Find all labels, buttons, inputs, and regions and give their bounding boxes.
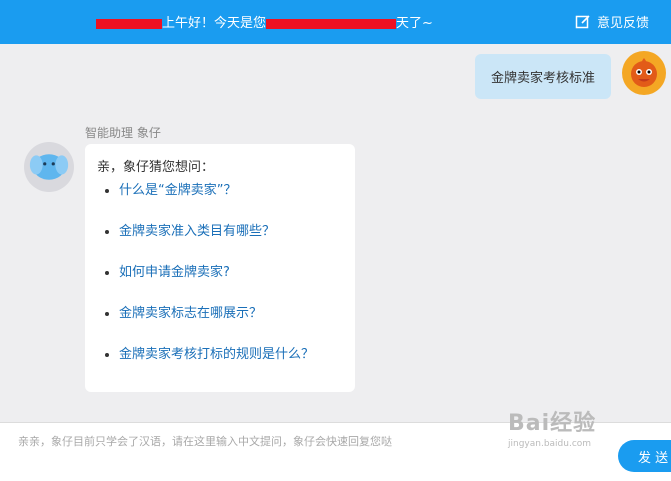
suggestion-link[interactable]: 金牌卖家考核打标的规则是什么？	[119, 347, 314, 362]
bot-message-bubble: 亲，象仔猜您想问： 什么是“金牌卖家”？ 金牌卖家准入类目有哪些？ 如何申请金牌…	[85, 144, 355, 392]
watermark-main: Bai经验	[508, 411, 597, 436]
feedback-label: 意见反馈	[596, 16, 649, 31]
list-item: 如何申请金牌卖家?	[119, 261, 343, 280]
suggestion-list: 什么是“金牌卖家”？ 金牌卖家准入类目有哪些？ 如何申请金牌卖家? 金牌卖家标志…	[97, 179, 343, 362]
suggestion-link[interactable]: 金牌卖家准入类目有哪些？	[119, 224, 275, 239]
bot-intro-text: 亲，象仔猜您想问：	[97, 160, 215, 175]
greeting-text: 上午好！今天是您 天了~	[96, 12, 433, 31]
bot-name-label: 智能助理 象仔	[85, 126, 161, 140]
user-avatar-icon	[631, 58, 657, 87]
send-button[interactable]: 发 送	[618, 440, 671, 472]
watermark-sub: jingyan.baidu.com	[508, 439, 592, 449]
feedback-button[interactable]: 意见反馈	[575, 12, 649, 31]
chat-area[interactable]: 金牌卖家考核标准 智能助理 象仔 亲，象仔猜您想问： 什么是“金牌卖家”？ 金牌…	[0, 44, 671, 422]
suggestion-link[interactable]: 如何申请金牌卖家?	[119, 265, 230, 280]
header-bar: 上午好！今天是您 天了~ 意见反馈	[0, 0, 671, 44]
suggestion-link[interactable]: 什么是“金牌卖家”？	[119, 183, 236, 198]
user-avatar	[622, 51, 666, 95]
elephant-icon	[29, 154, 69, 180]
greeting-part1: 上午好！今天是您	[162, 16, 267, 31]
redaction-bar	[96, 18, 162, 29]
suggestion-link[interactable]: 金牌卖家标志在哪展示？	[119, 306, 262, 321]
edit-icon	[575, 14, 590, 28]
baidu-watermark: Bai经验 jingyan.baidu.com	[508, 405, 596, 449]
list-item: 金牌卖家考核打标的规则是什么？	[119, 343, 343, 362]
user-message-bubble: 金牌卖家考核标准	[474, 54, 611, 99]
bot-avatar	[24, 142, 74, 192]
greeting-part2: 天了~	[396, 16, 433, 31]
message-input-placeholder[interactable]: 亲亲，象仔目前只学会了汉语，请在这里输入中文提问，象仔会快速回复您哒	[18, 433, 392, 449]
list-item: 金牌卖家标志在哪展示？	[119, 302, 343, 321]
list-item: 金牌卖家准入类目有哪些？	[119, 220, 343, 239]
list-item: 什么是“金牌卖家”？	[119, 179, 343, 198]
redaction-bar	[266, 18, 397, 29]
